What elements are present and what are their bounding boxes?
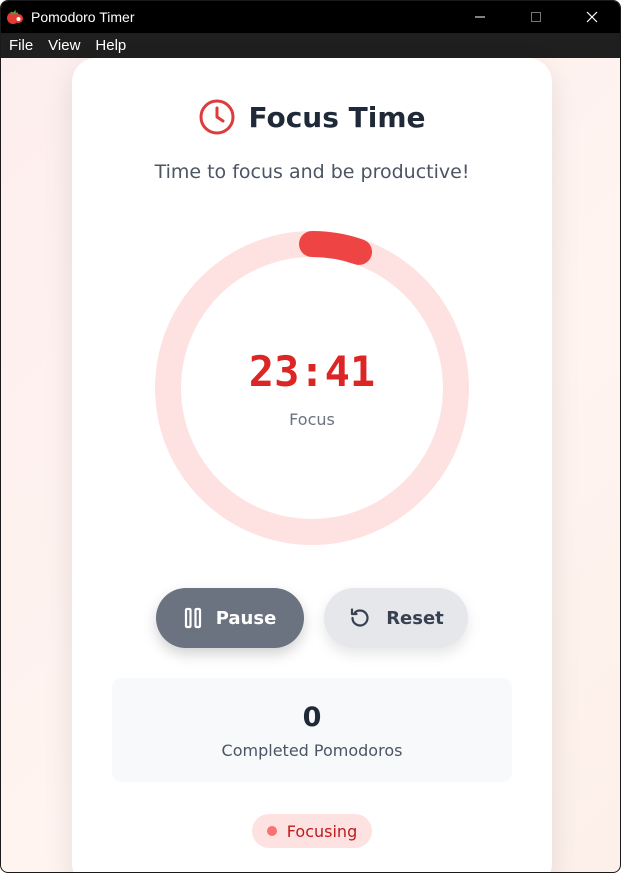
menu-view[interactable]: View	[40, 37, 87, 54]
page-title: Focus Time	[248, 100, 426, 134]
reset-icon	[351, 608, 369, 627]
clock-icon	[199, 99, 235, 135]
completed-count: 0	[302, 702, 322, 733]
status-badge: Focusing	[252, 814, 372, 848]
timer-display: 23:41	[248, 347, 376, 396]
minimize-button[interactable]	[452, 1, 508, 33]
pause-button[interactable]: Pause	[156, 588, 304, 648]
window-title: Pomodoro Timer	[31, 9, 135, 25]
stats-panel: 0 Completed Pomodoros	[112, 678, 512, 782]
app-window: Pomodoro Timer File View Help Focus Time…	[0, 0, 621, 873]
menu-bar: File View Help	[1, 33, 620, 58]
status-label: Focusing	[286, 821, 358, 841]
timer-card: Focus Time Time to focus and be producti…	[72, 58, 552, 872]
maximize-button[interactable]	[508, 1, 564, 33]
card-header: Focus Time	[72, 98, 552, 136]
reset-button-label: Reset	[386, 607, 444, 629]
menu-file[interactable]: File	[1, 37, 40, 54]
subtitle: Time to focus and be productive!	[154, 161, 470, 183]
pause-icon	[184, 607, 201, 629]
completed-label: Completed Pomodoros	[221, 741, 403, 760]
close-button[interactable]	[564, 1, 620, 33]
window-controls	[452, 1, 620, 33]
close-icon	[586, 11, 598, 23]
status-dot-icon	[266, 826, 277, 836]
timer-mode-label: Focus	[289, 410, 335, 429]
title-bar[interactable]: Pomodoro Timer	[1, 1, 620, 33]
minimize-icon	[475, 16, 485, 18]
maximize-icon	[531, 12, 541, 22]
reset-button[interactable]: Reset	[324, 588, 468, 648]
menu-help[interactable]: Help	[87, 37, 133, 54]
pause-button-label: Pause	[215, 607, 277, 629]
tomato-icon	[6, 9, 24, 25]
